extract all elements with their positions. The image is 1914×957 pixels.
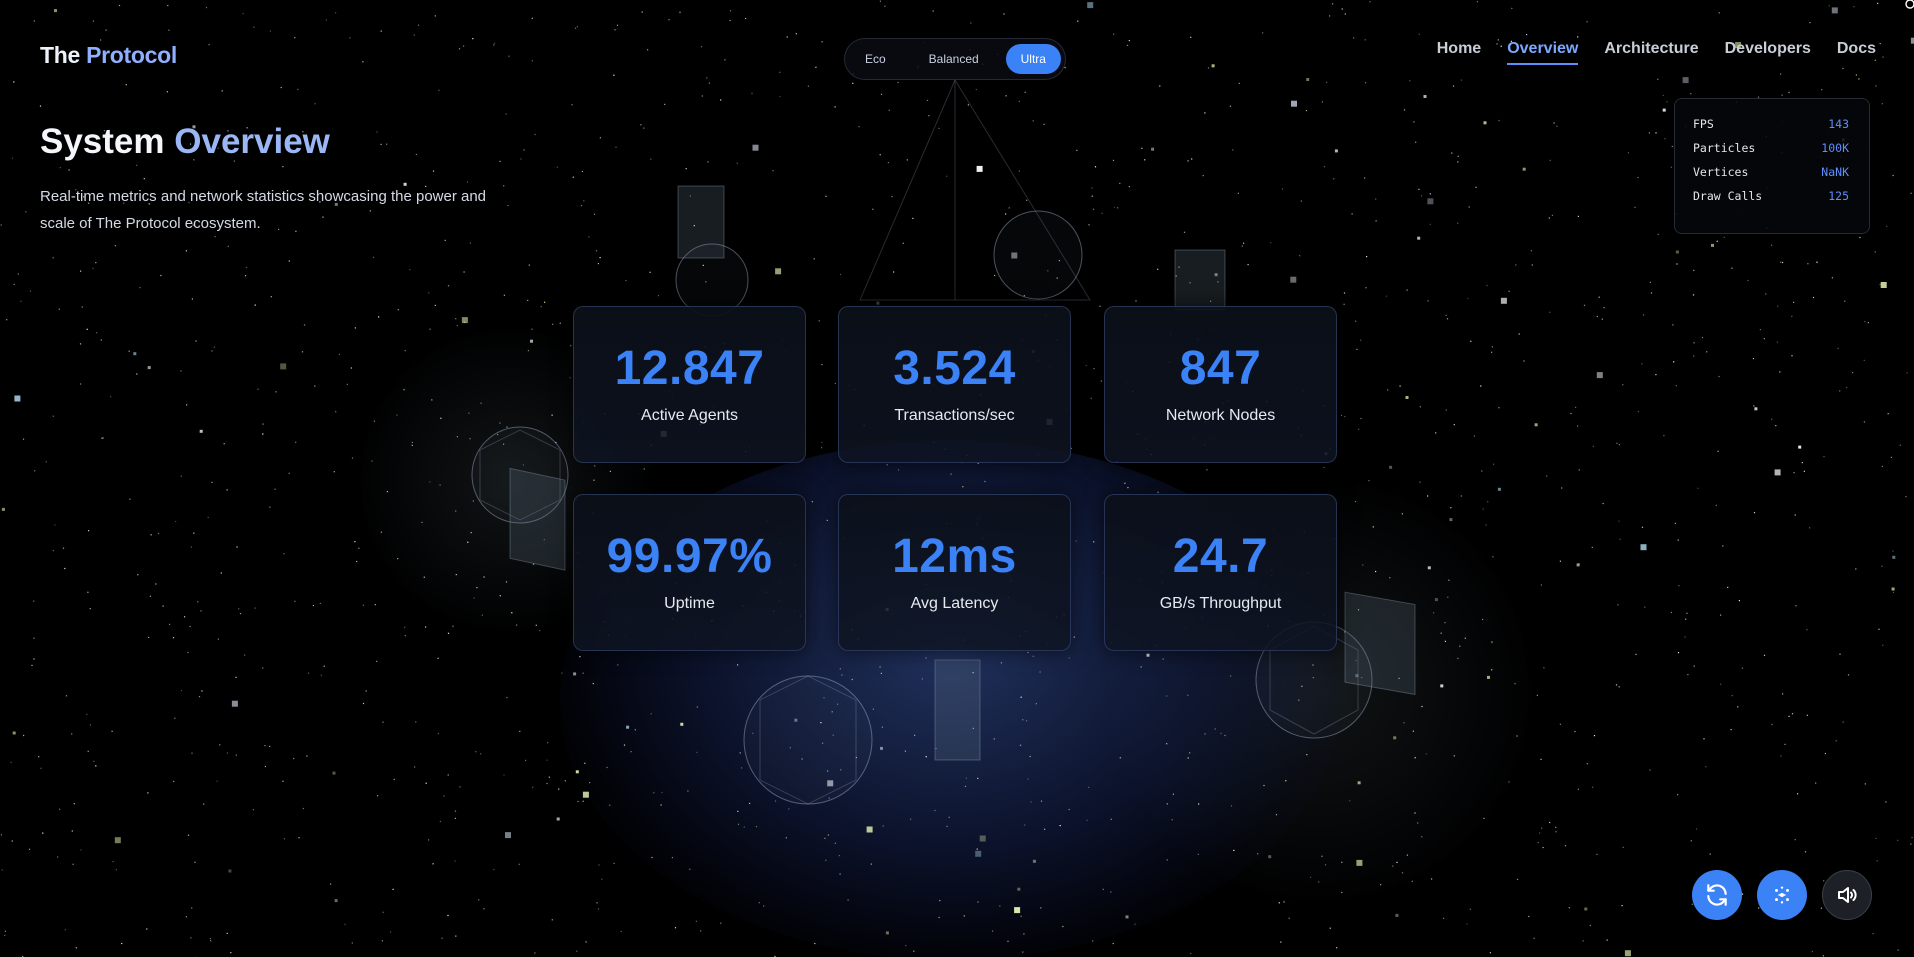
page-title-text: System	[40, 122, 175, 161]
perf-row-particles: Particles 100K	[1693, 141, 1849, 165]
nav-docs[interactable]: Docs	[1837, 40, 1876, 65]
brand-logo[interactable]: The Protocol	[40, 42, 177, 69]
metric-label: Active Agents	[641, 407, 738, 424]
metric-card-transactions: 3.524 Transactions/sec	[838, 306, 1071, 463]
metric-card-network-nodes: 847 Network Nodes	[1104, 306, 1337, 463]
corner-indicator-icon[interactable]	[1902, 0, 1914, 12]
perf-row-fps: FPS 143	[1693, 117, 1849, 141]
speaker-icon	[1838, 887, 1857, 903]
metric-value: 3.524	[893, 342, 1016, 395]
metric-value: 12.847	[614, 342, 765, 395]
metric-label: Uptime	[664, 595, 715, 612]
perf-label: Vertices	[1693, 165, 1749, 179]
perf-value: 100K	[1821, 141, 1849, 155]
particles-button[interactable]	[1757, 870, 1807, 920]
metric-value: 847	[1179, 342, 1262, 395]
metric-card-active-agents: 12.847 Active Agents	[573, 306, 806, 463]
perf-label: Draw Calls	[1693, 189, 1763, 203]
logo-text-primary: The	[40, 42, 87, 68]
quality-mode-switch: Eco Balanced Ultra	[844, 38, 1066, 80]
metric-label: Network Nodes	[1165, 407, 1276, 424]
mode-ultra-button[interactable]: Ultra	[1005, 44, 1061, 74]
perf-value: 143	[1828, 117, 1849, 131]
metric-card-latency: 12ms Avg Latency	[838, 494, 1071, 651]
metric-card-uptime: 99.97% Uptime	[573, 494, 806, 651]
page-title: System Overview	[40, 122, 330, 162]
metric-value: 24.7	[1172, 530, 1269, 583]
perf-row-vertices: Vertices NaNK	[1693, 165, 1849, 189]
perf-row-draw-calls: Draw Calls 125	[1693, 189, 1849, 213]
refresh-icon	[1707, 884, 1727, 906]
metric-label: Transactions/sec	[894, 407, 1015, 424]
page-subtitle: Real-time metrics and network statistics…	[40, 188, 487, 232]
metric-label: Avg Latency	[910, 595, 999, 612]
particles-icon	[1775, 886, 1789, 904]
mode-eco-button[interactable]: Eco	[849, 45, 902, 73]
metric-value: 12ms	[892, 530, 1017, 583]
metric-label: GB/s Throughput	[1159, 595, 1282, 612]
perf-value: NaNK	[1821, 165, 1849, 179]
perf-value: 125	[1828, 189, 1849, 203]
performance-stats-panel: FPS 143 Particles 100K Vertices NaNK Dra…	[1674, 98, 1870, 234]
metric-value: 99.97%	[606, 530, 773, 583]
refresh-button[interactable]	[1692, 870, 1742, 920]
nav-overview[interactable]: Overview	[1507, 40, 1579, 65]
nav-home[interactable]: Home	[1437, 40, 1481, 65]
metric-card-throughput: 24.7 GB/s Throughput	[1104, 494, 1337, 651]
logo-text-accent: Protocol	[86, 42, 177, 68]
page-title-accent: Overview	[174, 122, 330, 161]
perf-label: Particles	[1693, 141, 1756, 155]
nav-architecture[interactable]: Architecture	[1604, 40, 1698, 65]
sound-button[interactable]	[1822, 870, 1872, 920]
mode-balanced-button[interactable]: Balanced	[913, 45, 995, 73]
perf-label: FPS	[1693, 117, 1714, 131]
main-nav: Home Overview Architecture Developers Do…	[1411, 40, 1876, 65]
nav-developers[interactable]: Developers	[1725, 40, 1811, 65]
